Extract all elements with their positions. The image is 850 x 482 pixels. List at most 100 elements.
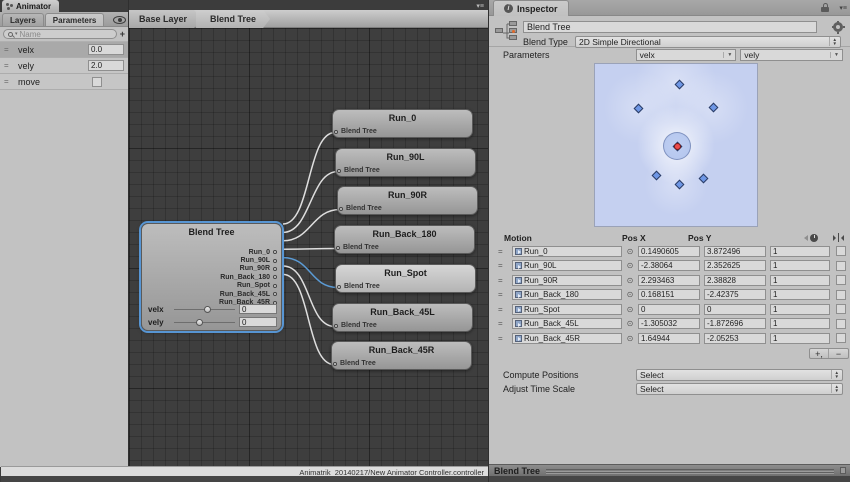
input-pin-icon[interactable] [339, 207, 343, 211]
parameter-row-move[interactable]: = move [0, 74, 128, 90]
preview-header-bar[interactable]: Blend Tree [489, 464, 850, 476]
parameter-x-dropdown[interactable]: velx ▼ [636, 49, 737, 61]
blend-point-Run_Back_45R[interactable] [698, 174, 708, 184]
input-pin-icon[interactable] [334, 130, 338, 134]
motion-node-Run_90R[interactable]: Run_90RBlend Tree [337, 186, 478, 215]
drag-handle-icon[interactable]: = [498, 247, 512, 256]
blend-point-Run_Back_180[interactable] [675, 180, 685, 190]
slider-knob[interactable] [204, 306, 211, 313]
pos-x-field[interactable]: -1.305032 [638, 318, 700, 329]
parameter-y-dropdown[interactable]: vely ▼ [740, 49, 843, 61]
output-pin-icon[interactable] [273, 267, 277, 271]
pos-x-field[interactable]: 0.168151 [638, 289, 700, 300]
motion-node-Run_Back_45L[interactable]: Run_Back_45LBlend Tree [332, 303, 473, 332]
output-pin-icon[interactable] [273, 259, 277, 263]
motion-clip-field[interactable]: Run_Spot [512, 304, 622, 315]
input-pin-icon[interactable] [337, 169, 341, 173]
speed-field[interactable]: 1 [770, 289, 830, 300]
drag-handle-icon[interactable]: = [498, 319, 512, 328]
node-output-Run_0[interactable]: Run_0 [219, 248, 277, 256]
motion-node-Run_Back_45R[interactable]: Run_Back_45RBlend Tree [331, 341, 472, 370]
parameter-row-vely[interactable]: = vely 2.0 [0, 58, 128, 74]
motion-row-Run_Back_45L[interactable]: =Run_Back_45L⊙-1.305032 -1.872696 1 [498, 317, 849, 332]
remove-motion-button[interactable]: − [829, 349, 848, 358]
input-pin-icon[interactable] [336, 246, 340, 250]
tab-parameters[interactable]: Parameters [45, 13, 105, 26]
breadcrumb-blend-tree[interactable]: Blend Tree [196, 10, 270, 28]
pos-y-field[interactable]: 2.38828 [704, 275, 766, 286]
object-picker-icon[interactable]: ⊙ [622, 290, 638, 299]
input-pin-icon[interactable] [334, 324, 338, 328]
parameter-value-field[interactable]: 0.0 [88, 44, 124, 55]
blend-tree-name-field[interactable]: Blend Tree [523, 21, 817, 33]
tab-layers[interactable]: Layers [2, 13, 44, 26]
motion-node-Run_90L[interactable]: Run_90LBlend Tree [335, 148, 476, 177]
object-picker-icon[interactable]: ⊙ [622, 319, 638, 328]
speed-field[interactable]: 1 [770, 318, 830, 329]
graph-canvas[interactable]: Blend Tree Run_0Run_90LRun_90RRun_Back_1… [129, 28, 489, 466]
output-pin-icon[interactable] [273, 292, 277, 296]
pos-y-field[interactable]: -1.872696 [704, 318, 766, 329]
speed-field[interactable]: 1 [770, 260, 830, 271]
motion-clip-field[interactable]: Run_Back_45L [512, 318, 622, 329]
motion-clip-field[interactable]: Run_90R [512, 275, 622, 286]
output-pin-icon[interactable] [273, 275, 277, 279]
panel-menu-icon[interactable]: ▾≡ [839, 4, 847, 12]
add-parameter-button[interactable]: + [120, 29, 125, 39]
speed-field[interactable]: 1 [770, 304, 830, 315]
motion-row-Run_90L[interactable]: =Run_90L⊙-2.380642.3526251 [498, 259, 849, 274]
mirror-checkbox[interactable] [836, 261, 846, 271]
input-pin-icon[interactable] [337, 285, 341, 289]
pos-y-field[interactable]: -2.05253 [704, 333, 766, 344]
blend-preview-position-dot[interactable] [674, 143, 681, 150]
mirror-checkbox[interactable] [836, 333, 846, 343]
motion-node-Run_Back_180[interactable]: Run_Back_180Blend Tree [334, 225, 475, 254]
mirror-checkbox[interactable] [836, 275, 846, 285]
node-output-Run_Back_45L[interactable]: Run_Back_45L [219, 290, 277, 298]
pos-y-field[interactable]: 3.872496 [704, 246, 766, 257]
object-picker-icon[interactable]: ⊙ [622, 261, 638, 270]
pos-x-field[interactable]: 2.293463 [638, 275, 700, 286]
object-picker-icon[interactable]: ⊙ [622, 276, 638, 285]
slider-knob[interactable] [196, 319, 203, 326]
node-output-Run_Back_180[interactable]: Run_Back_180 [219, 273, 277, 281]
slider-value-field[interactable]: 0 [239, 304, 277, 314]
motion-row-Run_Spot[interactable]: =Run_Spot⊙001 [498, 302, 849, 317]
drag-handle-icon[interactable]: = [498, 334, 512, 343]
mirror-checkbox[interactable] [836, 290, 846, 300]
blend-space-preview[interactable] [594, 63, 758, 227]
motion-row-Run_90R[interactable]: =Run_90R⊙2.2934632.388281 [498, 273, 849, 288]
motion-row-Run_0[interactable]: =Run_0⊙0.14906053.8724961 [498, 244, 849, 259]
panel-menu-icon[interactable]: ▾≡ [476, 2, 484, 10]
object-picker-icon[interactable]: ⊙ [622, 247, 638, 256]
motion-row-Run_Back_180[interactable]: =Run_Back_180⊙0.168151-2.423751 [498, 288, 849, 303]
motion-clip-field[interactable]: Run_Back_180 [512, 289, 622, 300]
parameter-value-field[interactable]: 2.0 [88, 60, 124, 71]
node-output-Run_90R[interactable]: Run_90R [219, 265, 277, 273]
pos-x-field[interactable]: 0.1490605 [638, 246, 700, 257]
blend-point-Run_Back_45L[interactable] [651, 171, 661, 181]
object-picker-icon[interactable]: ⊙ [622, 305, 638, 314]
resize-grip-icon[interactable] [840, 467, 846, 474]
speed-field[interactable]: 1 [770, 275, 830, 286]
drag-handle-icon[interactable]: = [4, 61, 14, 70]
search-input[interactable]: ▾ Name [3, 29, 117, 39]
node-output-Run_90L[interactable]: Run_90L [219, 256, 277, 264]
motion-clip-field[interactable]: Run_90L [512, 260, 622, 271]
pos-x-field[interactable]: -2.38064 [638, 260, 700, 271]
slider-value-field[interactable]: 0 [239, 317, 277, 327]
blend-type-dropdown[interactable]: 2D Simple Directional ▲▼ [575, 36, 841, 48]
drag-handle-icon[interactable]: = [498, 290, 512, 299]
adjust-time-scale-dropdown[interactable]: Select ▲▼ [636, 383, 843, 395]
speed-field[interactable]: 1 [770, 333, 830, 344]
pos-y-field[interactable]: 0 [704, 304, 766, 315]
speed-field[interactable]: 1 [770, 246, 830, 257]
pos-x-field[interactable]: 1.64944 [638, 333, 700, 344]
tab-inspector[interactable]: i Inspector [493, 0, 569, 16]
node-output-Run_Spot[interactable]: Run_Spot [219, 282, 277, 290]
blend-tree-node[interactable]: Blend Tree Run_0Run_90LRun_90RRun_Back_1… [141, 223, 282, 331]
pos-x-field[interactable]: 0 [638, 304, 700, 315]
blend-point-Run_90R[interactable] [709, 103, 719, 113]
parameter-bool-checkbox[interactable] [92, 77, 102, 87]
lock-icon[interactable] [821, 3, 829, 12]
